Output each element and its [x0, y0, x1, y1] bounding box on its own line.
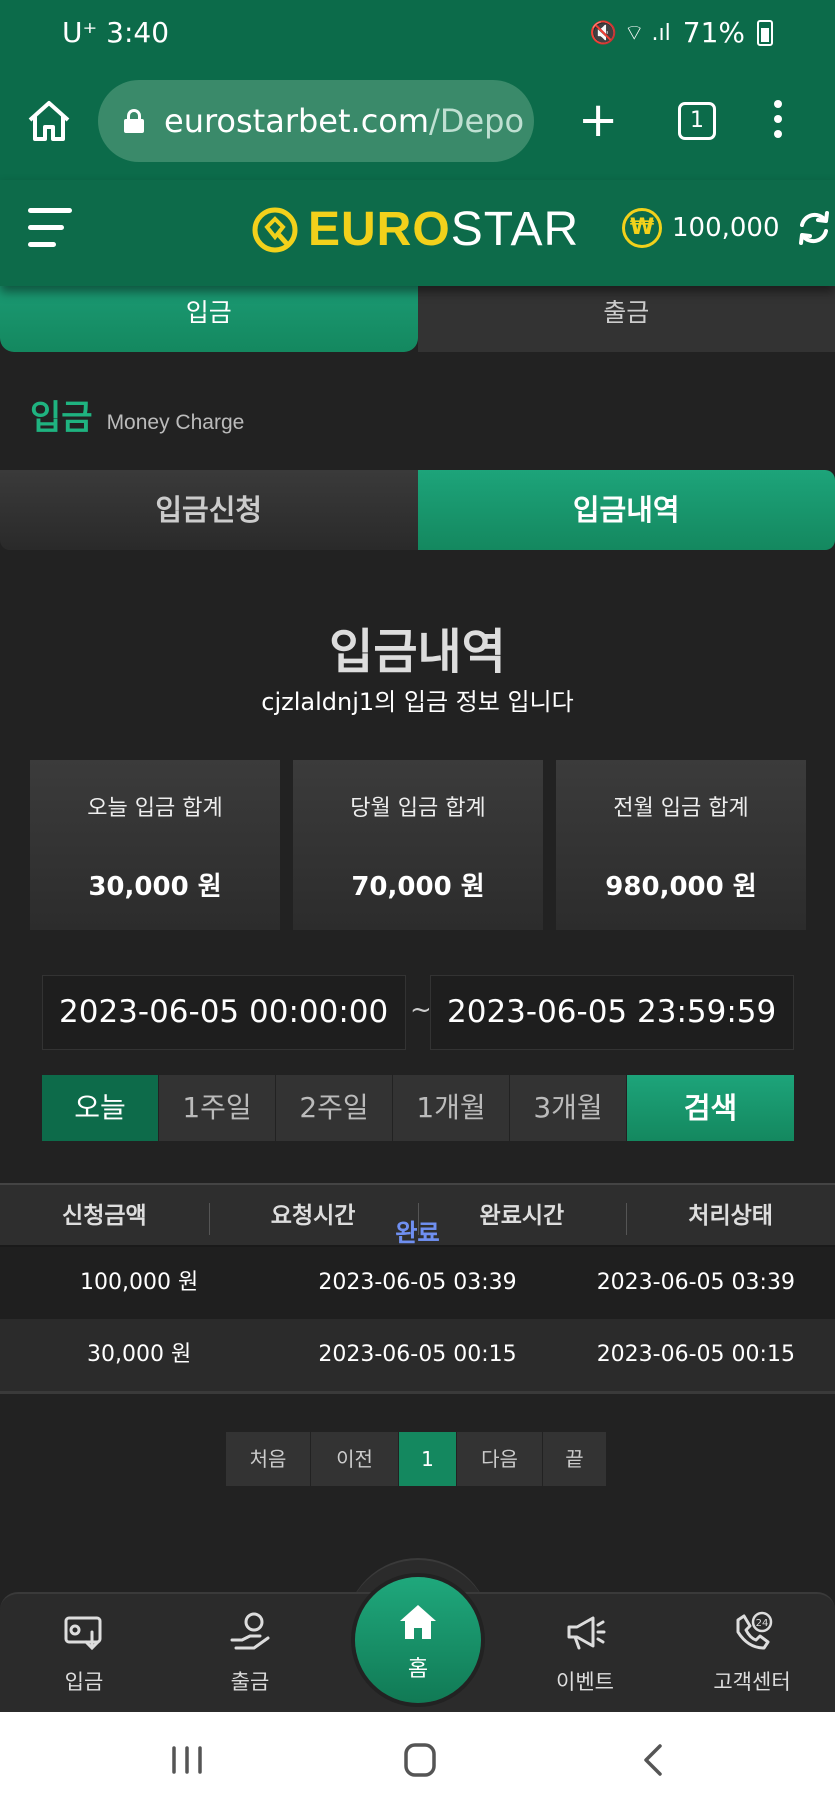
deposit-withdraw-tabs: 입금 출금 — [0, 286, 835, 352]
summary-label: 당월 입금 합계 — [350, 796, 486, 821]
date-separator: ~ — [410, 995, 432, 1025]
url-text: eurostarbet.com/Depo — [164, 102, 525, 140]
svg-text:24: 24 — [756, 1618, 769, 1629]
page-subtitle: cjzlaldnj1의 입금 정보 입니다 — [261, 688, 574, 716]
date-range: 2023-06-05 00:00:00 ~ 2023-06-05 23:59:5… — [42, 975, 794, 1050]
pager-prev-button[interactable]: 이전 — [311, 1432, 399, 1486]
hamburger-menu-icon[interactable] — [28, 208, 74, 254]
browser-home-icon[interactable] — [24, 96, 74, 146]
cell-complete-time: 2023-06-05 00:15 — [596, 1342, 795, 1367]
nav-home-label: 홈 — [407, 1657, 429, 1682]
table-row: 30,000 원 2023-06-05 00:15 2023-06-05 00:… — [0, 1219, 835, 1391]
tab-deposit[interactable]: 입금 — [0, 286, 418, 352]
cell-request-time: 2023-06-05 00:15 — [318, 1342, 517, 1367]
browser-toolbar: eurostarbet.com/Depo + 1 — [0, 80, 835, 165]
back-icon[interactable] — [630, 1740, 680, 1780]
summary-card-this-month: 당월 입금 합계 70,000 원 — [293, 760, 543, 930]
tab-count-button[interactable]: 1 — [678, 102, 716, 140]
nav-home-button[interactable]: 홈 — [355, 1577, 481, 1703]
section-title: 입금 Money Charge — [30, 390, 244, 439]
period-1month-button[interactable]: 1개월 — [393, 1075, 510, 1141]
summary-value: 30,000 원 — [88, 872, 222, 902]
page-title: 입금내역 — [329, 624, 506, 680]
end-date-input[interactable]: 2023-06-05 23:59:59 — [430, 975, 794, 1050]
status-icons: 🔇 ⌔ .ıl 71% — [589, 16, 773, 49]
phone-24-icon: 24 — [736, 1611, 773, 1650]
system-nav-bar — [0, 1712, 835, 1810]
site-header: EUROSTAR ₩ 100,000 — [0, 180, 835, 286]
nav-withdraw[interactable]: 출금 — [190, 1610, 310, 1696]
home-icon — [400, 1605, 436, 1639]
nav-withdraw-label: 출금 — [230, 1670, 270, 1694]
period-today-button[interactable]: 오늘 — [42, 1075, 159, 1141]
system-home-icon[interactable] — [395, 1740, 445, 1780]
tab-deposit-history[interactable]: 입금내역 — [417, 470, 835, 550]
period-3months-button[interactable]: 3개월 — [510, 1075, 627, 1141]
logo-mark-icon — [252, 207, 298, 252]
cell-amount: 30,000 원 — [87, 1342, 192, 1367]
nav-support-label: 고객센터 — [713, 1670, 791, 1694]
pager-page-1[interactable]: 1 — [399, 1432, 457, 1486]
new-tab-plus-icon[interactable]: + — [578, 96, 618, 144]
nav-support[interactable]: 24 고객센터 — [692, 1610, 812, 1696]
pager-next-button[interactable]: 다음 — [457, 1432, 543, 1486]
eurostar-logo[interactable]: EUROSTAR — [250, 202, 579, 257]
browser-chrome: U⁺ 3:40 🔇 ⌔ .ıl 71% eurostarbet.com/Depo… — [0, 0, 835, 180]
table-row: 100,000 원 2023-06-05 03:39 2023-06-05 03… — [0, 1219, 835, 1319]
summary-label: 오늘 입금 합계 — [87, 796, 223, 821]
pager-last-button[interactable]: 끝 — [543, 1432, 607, 1486]
won-coin-icon: ₩ — [622, 208, 662, 248]
period-2weeks-button[interactable]: 2주일 — [276, 1075, 393, 1141]
summary-value: 70,000 원 — [351, 872, 485, 902]
url-bar[interactable]: eurostarbet.com/Depo — [98, 80, 534, 162]
table-divider — [0, 1391, 835, 1394]
carrier-time: U⁺ 3:40 — [62, 16, 170, 49]
cell-request-time: 2023-06-05 03:39 — [318, 1270, 517, 1295]
summary-label: 전월 입금 합계 — [613, 796, 749, 821]
status-bar: U⁺ 3:40 🔇 ⌔ .ıl 71% — [0, 14, 835, 54]
refresh-icon[interactable] — [794, 208, 834, 248]
cell-complete-time: 2023-06-05 03:39 — [596, 1270, 795, 1295]
tab-withdraw[interactable]: 출금 — [417, 286, 835, 352]
section-title-en: Money Charge — [106, 411, 245, 434]
lock-icon — [124, 109, 144, 133]
pagination: 처음 이전 1 다음 끝 — [226, 1432, 607, 1486]
section-title-ko: 입금 — [30, 398, 93, 438]
nav-event[interactable]: 이벤트 — [525, 1610, 645, 1696]
deposit-wallet-icon — [64, 1616, 102, 1651]
status-badge: 완료 — [395, 1219, 440, 1247]
nav-deposit[interactable]: 입금 — [24, 1610, 144, 1696]
summary-card-today: 오늘 입금 합계 30,000 원 — [30, 760, 280, 930]
period-1week-button[interactable]: 1주일 — [159, 1075, 276, 1141]
nav-deposit-label: 입금 — [64, 1670, 104, 1694]
cell-amount: 100,000 원 — [80, 1270, 199, 1295]
recent-apps-icon[interactable] — [162, 1740, 212, 1780]
signal-icons: 🔇 ⌔ .ıl — [589, 20, 671, 46]
nav-event-label: 이벤트 — [556, 1670, 614, 1694]
tab-deposit-request[interactable]: 입금신청 — [0, 470, 418, 550]
balance-amount: 100,000 — [672, 213, 780, 243]
deposit-sub-tabs: 입금신청 입금내역 — [0, 470, 835, 550]
browser-menu-icon[interactable] — [770, 100, 786, 144]
balance-display: ₩ 100,000 — [622, 208, 834, 248]
pager-first-button[interactable]: 처음 — [226, 1432, 311, 1486]
withdraw-hand-coin-icon — [230, 1612, 270, 1650]
megaphone-icon — [567, 1616, 606, 1650]
deposit-history-table: 신청금액 요청시간 완료시간 처리상태 100,000 원 2023-06-05… — [0, 1183, 835, 1394]
battery-percent: 71% — [682, 16, 745, 49]
battery-icon — [757, 19, 773, 46]
start-date-input[interactable]: 2023-06-05 00:00:00 — [42, 975, 406, 1050]
search-button[interactable]: 검색 — [627, 1075, 794, 1141]
summary-value: 980,000 원 — [605, 872, 757, 902]
period-filter: 오늘 1주일 2주일 1개월 3개월 검색 — [42, 1075, 794, 1141]
deposit-summary: 오늘 입금 합계 30,000 원 당월 입금 합계 70,000 원 전월 입… — [30, 760, 806, 930]
summary-card-last-month: 전월 입금 합계 980,000 원 — [556, 760, 806, 930]
